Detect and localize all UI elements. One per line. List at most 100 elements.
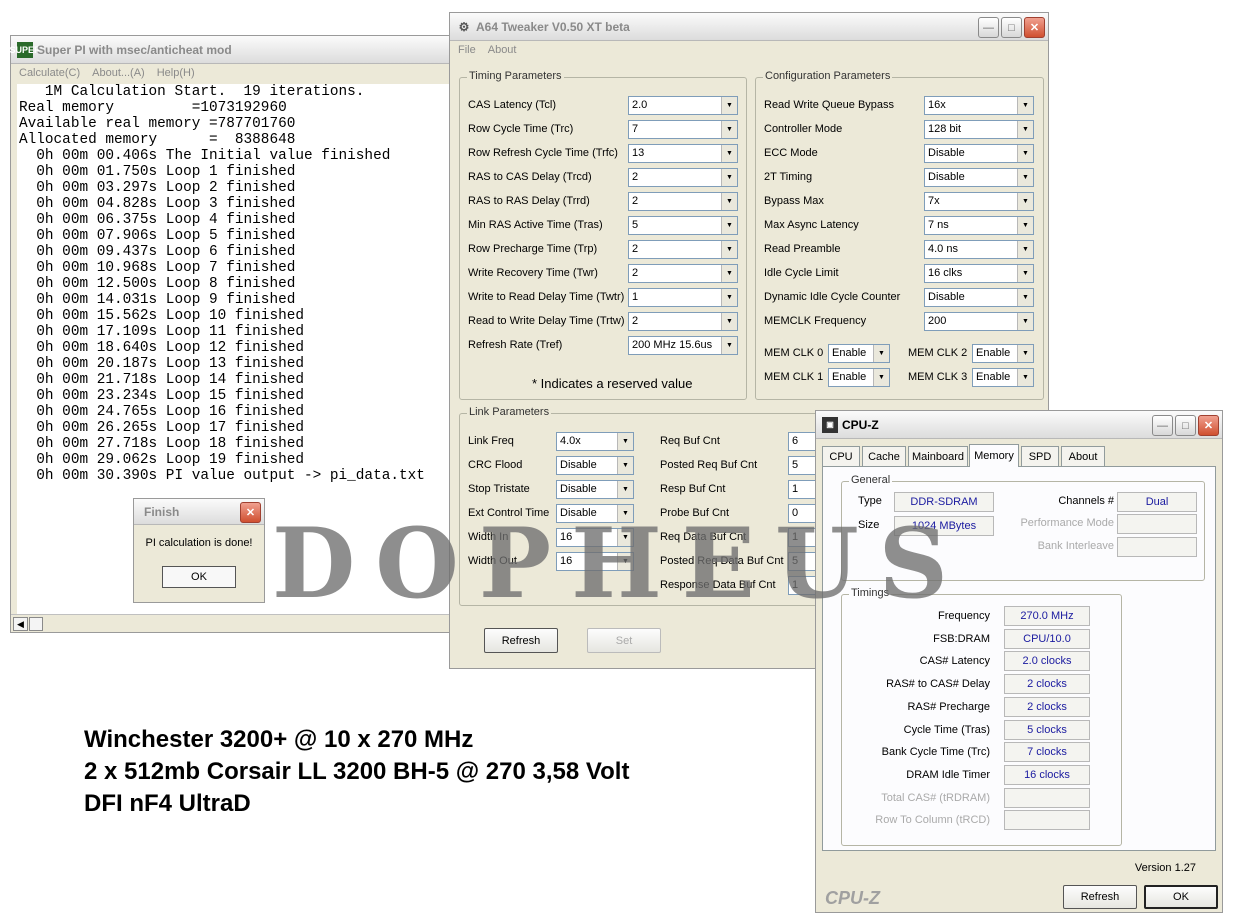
- timing-select[interactable]: 2 ▼: [628, 168, 738, 187]
- timing-select[interactable]: 1 ▼: [628, 288, 738, 307]
- config-select[interactable]: 200 ▼: [924, 312, 1034, 331]
- a64-set-button[interactable]: Set: [587, 628, 661, 653]
- timing-select[interactable]: 7 ▼: [628, 120, 738, 139]
- scroll-thumb[interactable]: [29, 617, 43, 631]
- timing-select[interactable]: 13 ▼: [628, 144, 738, 163]
- config-select[interactable]: 16 clks ▼: [924, 264, 1034, 283]
- menu-help[interactable]: Help(H): [157, 67, 195, 79]
- superpi-titlebar[interactable]: SUPER Super PI with msec/anticheat mod: [10, 36, 454, 64]
- cpuz-refresh-button[interactable]: Refresh: [1063, 885, 1137, 909]
- maximize-icon[interactable]: □: [1175, 415, 1196, 436]
- dropdown-arrow-icon[interactable]: ▼: [1017, 345, 1033, 362]
- dropdown-arrow-icon[interactable]: ▼: [1017, 193, 1033, 210]
- link-select[interactable]: 4.0x ▼: [556, 432, 634, 451]
- link-select[interactable]: 16 ▼: [556, 528, 634, 547]
- tab-spd[interactable]: SPD: [1021, 446, 1059, 466]
- config-select[interactable]: Disable ▼: [924, 288, 1034, 307]
- timing-select[interactable]: 2.0 ▼: [628, 96, 738, 115]
- minimize-icon[interactable]: —: [978, 17, 999, 38]
- menu-calculate[interactable]: Calculate(C): [19, 67, 80, 79]
- dropdown-arrow-icon[interactable]: ▼: [1017, 265, 1033, 282]
- link-select[interactable]: Disable ▼: [556, 504, 634, 523]
- close-icon[interactable]: ✕: [1024, 17, 1045, 38]
- cpuz-window: ▣ CPU-Z — □ ✕ CPU Cache Mainboard Memory…: [815, 410, 1223, 913]
- dropdown-arrow-icon[interactable]: ▼: [1017, 97, 1033, 114]
- menu-about[interactable]: About: [488, 44, 517, 56]
- tab-cache[interactable]: Cache: [862, 446, 906, 466]
- dropdown-arrow-icon[interactable]: ▼: [617, 433, 633, 450]
- dropdown-arrow-icon[interactable]: ▼: [873, 369, 889, 386]
- link-select[interactable]: 16 ▼: [556, 552, 634, 571]
- console-line: 0h 00m 18.640s Loop 12 finished: [19, 340, 304, 356]
- timing-select[interactable]: 2 ▼: [628, 240, 738, 259]
- link-select-value: 1: [792, 579, 799, 591]
- link-select[interactable]: Disable ▼: [556, 456, 634, 475]
- a64-refresh-button[interactable]: Refresh: [484, 628, 558, 653]
- timing-select[interactable]: 5 ▼: [628, 216, 738, 235]
- dropdown-arrow-icon[interactable]: ▼: [1017, 145, 1033, 162]
- dropdown-arrow-icon[interactable]: ▼: [721, 313, 737, 330]
- dropdown-arrow-icon[interactable]: ▼: [617, 529, 633, 546]
- config-select[interactable]: Disable ▼: [924, 168, 1034, 187]
- dropdown-arrow-icon[interactable]: ▼: [721, 97, 737, 114]
- dropdown-arrow-icon[interactable]: ▼: [873, 345, 889, 362]
- timing-select[interactable]: 2 ▼: [628, 192, 738, 211]
- tab-mainboard[interactable]: Mainboard: [908, 446, 968, 466]
- finish-titlebar[interactable]: Finish ✕: [134, 499, 264, 525]
- config-select[interactable]: 7 ns ▼: [924, 216, 1034, 235]
- dropdown-arrow-icon[interactable]: ▼: [721, 121, 737, 138]
- maximize-icon[interactable]: □: [1001, 17, 1022, 38]
- timing-select[interactable]: 200 MHz 15.6us ▼: [628, 336, 738, 355]
- scroll-left-arrow-icon[interactable]: ◀: [13, 617, 28, 631]
- dropdown-arrow-icon[interactable]: ▼: [721, 145, 737, 162]
- superpi-app-icon: SUPER: [10, 41, 41, 58]
- dropdown-arrow-icon[interactable]: ▼: [721, 193, 737, 210]
- dropdown-arrow-icon[interactable]: ▼: [617, 505, 633, 522]
- dropdown-arrow-icon[interactable]: ▼: [1017, 121, 1033, 138]
- config-select[interactable]: 16x ▼: [924, 96, 1034, 115]
- finish-ok-button[interactable]: OK: [162, 566, 236, 588]
- minimize-icon[interactable]: —: [1152, 415, 1173, 436]
- dropdown-arrow-icon[interactable]: ▼: [617, 553, 633, 570]
- dropdown-arrow-icon[interactable]: ▼: [721, 265, 737, 282]
- dropdown-arrow-icon[interactable]: ▼: [721, 217, 737, 234]
- cpuz-brand-logo: CPU-Z: [825, 888, 880, 908]
- dropdown-arrow-icon[interactable]: ▼: [1017, 217, 1033, 234]
- close-icon[interactable]: ✕: [1198, 415, 1219, 436]
- timing-select[interactable]: 2 ▼: [628, 312, 738, 331]
- dropdown-arrow-icon[interactable]: ▼: [1017, 369, 1033, 386]
- a64-titlebar[interactable]: ⚙ A64 Tweaker V0.50 XT beta — □ ✕: [450, 13, 1048, 41]
- menu-file[interactable]: File: [458, 44, 476, 56]
- timing-label: DRAM Idle Timer: [906, 768, 990, 781]
- memclk-select[interactable]: Enable ▼: [828, 344, 890, 363]
- dropdown-arrow-icon[interactable]: ▼: [1017, 289, 1033, 306]
- dropdown-arrow-icon[interactable]: ▼: [721, 337, 737, 354]
- finish-close-icon[interactable]: ✕: [240, 502, 261, 523]
- dropdown-arrow-icon[interactable]: ▼: [721, 241, 737, 258]
- dropdown-arrow-icon[interactable]: ▼: [617, 481, 633, 498]
- dropdown-arrow-icon[interactable]: ▼: [617, 457, 633, 474]
- config-select[interactable]: 128 bit ▼: [924, 120, 1034, 139]
- superpi-horizontal-scrollbar[interactable]: ◀: [11, 614, 454, 632]
- config-select[interactable]: 4.0 ns ▼: [924, 240, 1034, 259]
- dropdown-arrow-icon[interactable]: ▼: [721, 169, 737, 186]
- dropdown-arrow-icon[interactable]: ▼: [721, 289, 737, 306]
- link-select[interactable]: Disable ▼: [556, 480, 634, 499]
- memclk-select[interactable]: Enable ▼: [828, 368, 890, 387]
- dropdown-arrow-icon[interactable]: ▼: [1017, 169, 1033, 186]
- config-select[interactable]: Disable ▼: [924, 144, 1034, 163]
- cpuz-titlebar[interactable]: ▣ CPU-Z — □ ✕: [816, 411, 1222, 439]
- memclk-label: MEM CLK 0: [764, 347, 824, 359]
- dropdown-arrow-icon[interactable]: ▼: [1017, 313, 1033, 330]
- tab-about[interactable]: About: [1061, 446, 1105, 466]
- timing-select[interactable]: 2 ▼: [628, 264, 738, 283]
- timing-value: 16 clocks: [1004, 764, 1090, 785]
- menu-about[interactable]: About...(A): [92, 67, 145, 79]
- dropdown-arrow-icon[interactable]: ▼: [1017, 241, 1033, 258]
- tab-cpu[interactable]: CPU: [822, 446, 860, 466]
- memclk-select[interactable]: Enable ▼: [972, 344, 1034, 363]
- config-select[interactable]: 7x ▼: [924, 192, 1034, 211]
- tab-memory[interactable]: Memory: [969, 444, 1019, 467]
- cpuz-ok-button[interactable]: OK: [1144, 885, 1218, 909]
- memclk-select[interactable]: Enable ▼: [972, 368, 1034, 387]
